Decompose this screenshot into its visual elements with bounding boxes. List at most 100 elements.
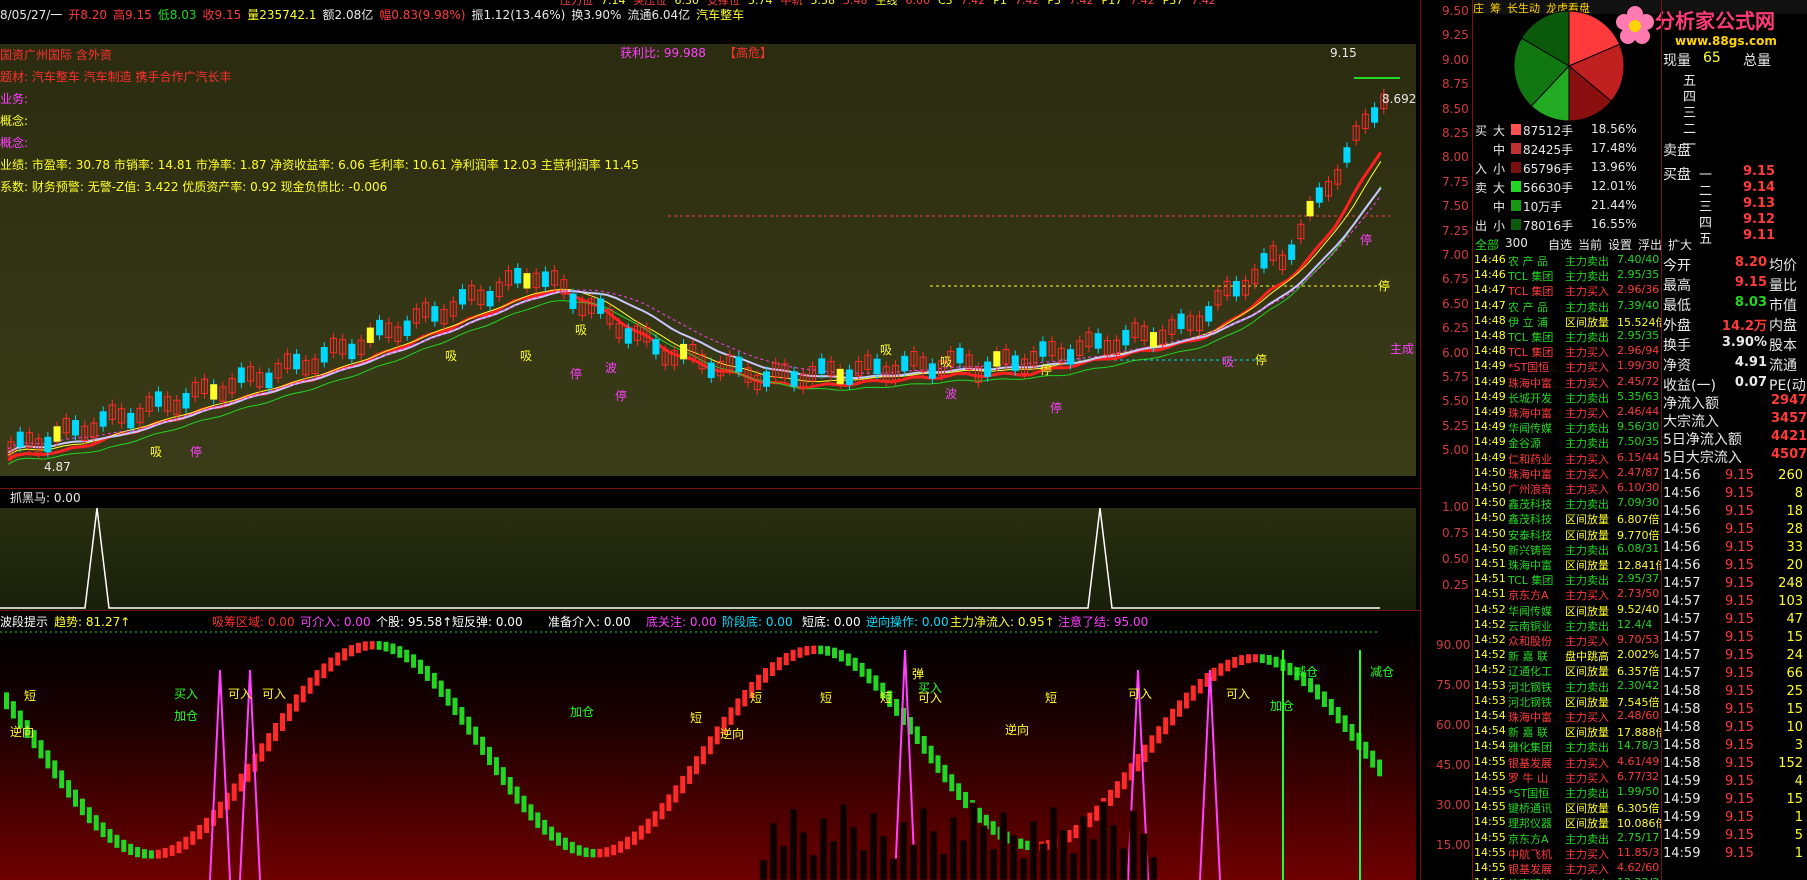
tick-price: 9.15	[1725, 468, 1754, 483]
radar-time: 14:55	[1474, 830, 1506, 844]
radar-time: 14:52	[1474, 633, 1506, 646]
main-chart-panel[interactable]: 吸停吸停吸波吸停吸波吸停停吸停停停 国资广州国际 含外资 题材: 汽车整车 汽车制…	[0, 44, 1416, 476]
radar-time: 14:54	[1474, 739, 1506, 753]
candle-body	[1177, 313, 1185, 329]
trade-signal-label: 可入	[1128, 687, 1152, 701]
radar-action: 主力买入	[1565, 635, 1609, 648]
wave-bar	[1170, 708, 1176, 726]
wave-bar	[845, 653, 851, 666]
candle-body	[680, 343, 688, 360]
panel3-indicator[interactable]: 短买入 加仓 可入 可入 逆向 加仓短逆向短短短弹买入 可入 逆向短可入 可入 加仓 减仓 减仓	[0, 630, 1416, 880]
wave-bar	[335, 652, 341, 666]
trade-signal-label: 买入	[174, 687, 198, 701]
axis-tick: 9.00	[1442, 52, 1469, 67]
quote-key: 今开	[1663, 258, 1691, 274]
level-value: C3	[938, 0, 953, 7]
flow-bar	[1511, 162, 1521, 173]
wave-bar	[183, 836, 189, 850]
low-price-label: 4.87	[44, 460, 71, 474]
capital-key: 大宗流入	[1663, 414, 1719, 430]
last-price-label: 8.692	[1382, 92, 1417, 106]
axis-tick: 1.00	[1442, 500, 1469, 514]
side-tab[interactable]: 庄	[1473, 2, 1484, 15]
radar-detail: 2.96/36	[1617, 283, 1660, 297]
wave-bar	[38, 740, 44, 759]
panel3-header: 波段提示 趋势: 81.27↑ 吸筹区域: 0.00 可介入: 0.00 个股: 95.…	[0, 611, 1420, 630]
filter-tab[interactable]: 当前	[1578, 236, 1602, 253]
bid-price: 9.11	[1743, 228, 1776, 243]
wave-bar	[549, 826, 555, 841]
radar-time: 14:46	[1474, 268, 1506, 282]
filter-tab[interactable]: 全部	[1475, 236, 1499, 253]
wave-bar	[176, 841, 182, 854]
radar-time: 14:49	[1474, 389, 1506, 403]
panel2-indicator[interactable]	[0, 508, 1416, 610]
wave-bar	[169, 845, 175, 856]
wave-bar	[1018, 838, 1024, 849]
volume-block	[1019, 857, 1028, 880]
capital-value: 4507	[1771, 447, 1807, 462]
radar-detail: 7.50/35	[1617, 435, 1660, 449]
legend-item: 准备介入: 0.00	[548, 615, 631, 629]
filter-tab[interactable]: 自选	[1548, 236, 1572, 253]
radar-stock: 京东方A	[1508, 832, 1549, 846]
wave-bar	[576, 845, 582, 856]
volume-block	[1069, 852, 1078, 880]
volume-block	[1049, 806, 1058, 880]
summary-value: 流通6.04亿	[627, 8, 691, 22]
quote-key2: 股本	[1769, 338, 1797, 354]
wave-bar	[155, 849, 161, 859]
tick-price: 9.15	[1725, 558, 1754, 573]
quote-key2: 内盘	[1769, 318, 1797, 334]
radar-time: 14:49	[1474, 359, 1506, 373]
radar-stock: 鑫茂科技	[1508, 498, 1552, 512]
panel2-svg	[0, 508, 1380, 609]
radar-action: 主力卖出	[1565, 270, 1609, 284]
candle-body	[984, 361, 992, 377]
watermark-url: www.88gs.com	[1675, 34, 1777, 48]
radar-action: 主力买入	[1565, 285, 1609, 299]
tick-time: 14:56	[1663, 504, 1701, 519]
side-tab[interactable]: 筹	[1490, 2, 1501, 15]
wave-bar	[597, 848, 603, 858]
tick-volume: 66	[1786, 666, 1803, 681]
radar-detail: 17.888倍	[1617, 726, 1661, 740]
radar-action: 区间放量	[1565, 695, 1609, 709]
info-line: 业绩: 市盈率: 30.78 市销率: 14.81 市净率: 1.87 净资收益…	[0, 158, 639, 172]
wave-bar	[355, 642, 361, 654]
wave-bar	[535, 812, 541, 828]
candle-body	[44, 436, 52, 453]
filter-tab[interactable]: 设置	[1608, 236, 1632, 253]
volume-block	[949, 816, 958, 880]
tick-price: 9.15	[1725, 630, 1754, 645]
quote-key: 收益(一)	[1663, 378, 1716, 394]
wave-bar	[342, 648, 348, 661]
radar-time: 14:53	[1474, 693, 1506, 707]
level-value: 6.30	[674, 0, 700, 7]
filter-tab[interactable]: 浮出	[1638, 236, 1662, 253]
wave-bar	[1246, 654, 1251, 664]
radar-detail: 14.78/3	[1617, 739, 1660, 753]
tick-time: 14:57	[1663, 594, 1701, 609]
info-line: 业务:	[0, 92, 29, 106]
summary-value: 低8.03	[157, 8, 197, 22]
trade-signal-label: 短	[750, 691, 762, 705]
volume-block	[909, 844, 918, 880]
wave-bar	[652, 811, 658, 827]
wave-bar	[1363, 741, 1369, 759]
filter-tab[interactable]: 扩大	[1668, 236, 1692, 253]
volume-block	[789, 808, 798, 880]
flow-pct: 17.48%	[1591, 141, 1637, 155]
axis-tick: 8.25	[1442, 126, 1469, 140]
tick-time: 14:56	[1663, 522, 1701, 537]
volume-block	[1009, 834, 1018, 880]
filter-tab[interactable]: 300	[1505, 236, 1528, 250]
radar-action: 主力卖出	[1565, 391, 1609, 405]
axis-tick: 0.50	[1442, 552, 1469, 566]
candle-body	[818, 358, 826, 374]
wave-bar	[73, 789, 78, 807]
tick-volume: 260	[1778, 468, 1803, 483]
level-value: 5.58	[810, 0, 836, 7]
wave-bar	[638, 825, 644, 840]
radar-time: 14:49	[1474, 420, 1506, 434]
